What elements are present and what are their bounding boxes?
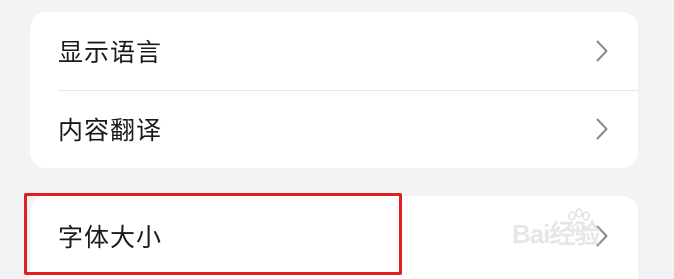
- settings-screen: 显示语言 内容翻译 字体大小 Bai经验: [0, 0, 674, 279]
- display-language-label: 显示语言: [58, 38, 163, 67]
- chevron-right-icon: [596, 118, 608, 140]
- content-translation-row[interactable]: 内容翻译: [30, 90, 638, 168]
- baidu-watermark-logo: Bai经验: [512, 206, 642, 250]
- font-size-label: 字体大小: [58, 223, 163, 252]
- content-translation-label: 内容翻译: [58, 116, 163, 145]
- watermark-text: Bai经验: [512, 219, 600, 249]
- settings-group-language: 显示语言 内容翻译: [30, 12, 638, 168]
- display-language-row[interactable]: 显示语言: [30, 12, 638, 90]
- chevron-right-icon: [596, 40, 608, 62]
